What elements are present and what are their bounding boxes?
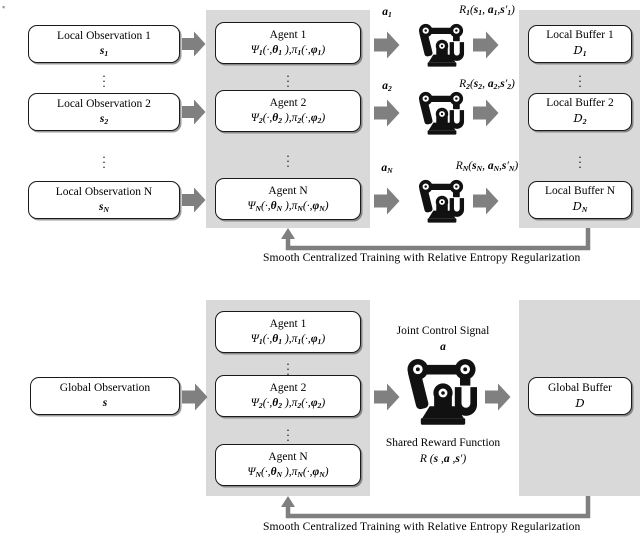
global-buffer-symbol: D xyxy=(575,395,585,410)
global-buffer-box[interactable]: Global Buffer D xyxy=(528,377,632,415)
bottom-feedback-connector xyxy=(278,496,596,522)
local-buffer-1-box[interactable]: Local Buffer 1 D1 xyxy=(528,25,632,63)
local-observation-1-box[interactable]: Local Observation 1 s1 xyxy=(28,25,180,63)
bottom-agent-2-label: Agent 2 xyxy=(269,381,307,394)
top-feedback-caption: Smooth Centralized Training with Relativ… xyxy=(263,251,581,264)
global-observation-symbol: s xyxy=(102,397,108,409)
bottom-agent-1-formula: Ψ1(·,θ1 ),π1(·,φ1) xyxy=(250,332,326,346)
robot-arm-icon xyxy=(418,22,466,68)
local-observation-2-box[interactable]: Local Observation 2 s2 xyxy=(28,93,180,131)
local-buffer-n-symbol: DN xyxy=(572,199,588,215)
observation-ellipsis-1: ... xyxy=(102,65,106,90)
global-buffer-label: Global Buffer xyxy=(548,381,612,394)
shared-reward-formula: R (s ,a ,s′) xyxy=(419,453,467,465)
top-agent-n-formula: ΨN(·,θN ),πN(·,φN) xyxy=(247,199,329,213)
flow-arrow-agent2-env2 xyxy=(374,99,400,127)
reward-2-label: R2(s2, a2,s′2) xyxy=(459,78,515,92)
shared-reward-title: Shared Reward Function xyxy=(385,437,501,449)
local-buffer-2-box[interactable]: Local Buffer 2 D2 xyxy=(528,93,632,131)
local-buffer-2-label: Local Buffer 2 xyxy=(546,97,614,109)
joint-control-signal-symbol: a xyxy=(440,341,446,353)
flow-arrow-env-globalbuffer xyxy=(485,383,511,411)
local-observation-n-label: Local Observation N xyxy=(55,185,153,198)
top-agent-1-box[interactable]: Agent 1 Ψ1(·,θ1 ),π1(·,φ1) xyxy=(215,22,361,64)
top-agent-n-label: Agent N xyxy=(268,184,308,197)
local-observation-2-label: Local Observation 2 xyxy=(57,97,151,110)
robot-arm-icon xyxy=(418,178,466,224)
top-agent-2-formula: Ψ2(·,θ2 ),π2(·,φ2) xyxy=(250,111,326,125)
local-buffer-n-box[interactable]: Local Buffer N DN xyxy=(528,181,632,219)
flow-arrow-agent1-env1 xyxy=(374,31,400,59)
action-1-label: a1 xyxy=(382,6,392,20)
top-agent-2-box[interactable]: Agent 2 Ψ2(·,θ2 ),π2(·,φ2) xyxy=(215,90,361,132)
local-buffer-2-symbol: D2 xyxy=(573,111,587,127)
flow-arrow-env1-buffer1 xyxy=(473,31,499,59)
top-agent-ellipsis-1: ... xyxy=(286,65,290,90)
bottom-agent-n-label: Agent N xyxy=(268,450,308,463)
local-buffer-1-label: Local Buffer 1 xyxy=(546,29,614,41)
bottom-agent-2-formula: Ψ2(·,θ2 ),π2(·,φ2) xyxy=(250,396,326,410)
flow-arrow-envn-buffern xyxy=(473,187,499,215)
flow-arrow-globalobs-agents xyxy=(182,383,208,411)
bottom-agent-1-label: Agent 1 xyxy=(269,317,307,330)
local-buffer-1-symbol: D1 xyxy=(573,43,587,59)
reward-1-label: R1(s1, a1,s′1) xyxy=(459,4,515,18)
global-observation-box[interactable]: Global Observation s xyxy=(30,377,180,415)
buffer-ellipsis-2: ... xyxy=(578,146,582,171)
top-agent-n-box[interactable]: Agent N ΨN(·,θN ),πN(·,φN) xyxy=(215,178,361,220)
bottom-agent-ellipsis-2: ... xyxy=(286,419,290,444)
top-agent-1-formula: Ψ1(·,θ1 ),π1(·,φ1) xyxy=(250,43,326,57)
top-agent-1-label: Agent 1 xyxy=(269,28,307,41)
bottom-feedback-caption: Smooth Centralized Training with Relativ… xyxy=(263,520,581,533)
local-observation-n-box[interactable]: Local Observation N sN xyxy=(28,181,180,219)
bottom-agent-2-box[interactable]: Agent 2 Ψ2(·,θ2 ),π2(·,φ2) xyxy=(215,375,361,417)
bottom-agent-n-formula: ΨN(·,θN ),πN(·,φN) xyxy=(247,465,329,479)
robot-arm-icon xyxy=(418,90,466,136)
flow-arrow-obs1-agent1 xyxy=(182,31,206,57)
global-observation-label: Global Observation xyxy=(59,382,151,394)
corner-mark: ▪ xyxy=(2,2,6,12)
local-observation-1-label: Local Observation 1 xyxy=(57,29,151,42)
local-observation-1-symbol: s1 xyxy=(99,44,109,58)
flow-arrow-env2-buffer2 xyxy=(473,99,499,127)
local-observation-n-symbol: sN xyxy=(99,200,109,214)
top-agent-2-label: Agent 2 xyxy=(269,96,307,109)
bottom-agent-ellipsis-1: ... xyxy=(286,353,290,378)
flow-arrow-agentn-envn xyxy=(374,187,400,215)
local-observation-2-symbol: s2 xyxy=(99,112,109,126)
action-2-label: a2 xyxy=(382,80,392,94)
robot-arm-icon xyxy=(406,356,480,427)
flow-arrow-obsn-agentn xyxy=(182,187,206,213)
bottom-agent-1-box[interactable]: Agent 1 Ψ1(·,θ1 ),π1(·,φ1) xyxy=(215,311,361,353)
buffer-ellipsis-1: ... xyxy=(578,65,582,90)
flow-arrow-obs2-agent2 xyxy=(182,99,206,125)
joint-control-signal-title: Joint Control Signal xyxy=(396,325,490,337)
top-agent-ellipsis-2: ... xyxy=(286,145,290,170)
reward-n-label: RN(sN, aN,s′N) xyxy=(455,160,519,174)
action-n-label: aN xyxy=(381,162,393,176)
diagram-canvas: ▪ Local Observation 1 s1 Local Observati… xyxy=(0,0,640,543)
flow-arrow-agents-env xyxy=(374,383,400,411)
observation-ellipsis-2: ... xyxy=(102,146,106,171)
bottom-agent-n-box[interactable]: Agent N ΨN(·,θN ),πN(·,φN) xyxy=(215,444,361,486)
local-buffer-n-label: Local Buffer N xyxy=(544,185,616,197)
